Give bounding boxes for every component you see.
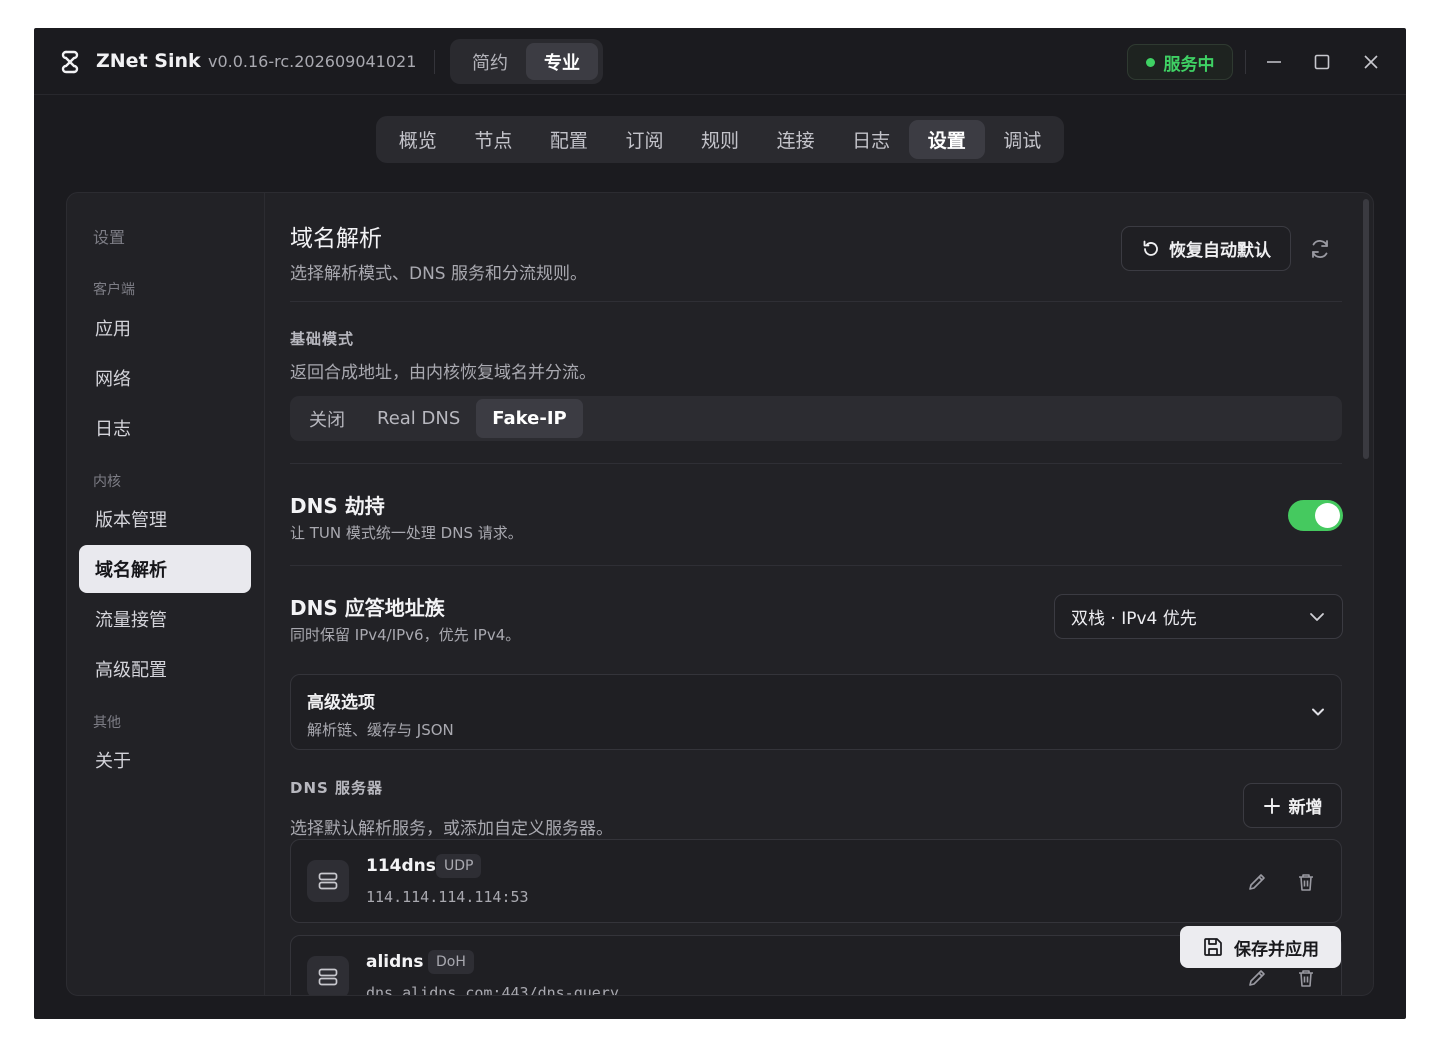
minimize-button[interactable] xyxy=(1261,49,1287,75)
app-name: ZNet Sink xyxy=(96,50,201,72)
dns-server-row[interactable]: 114dns UDP 114.114.114.114:53 xyxy=(290,839,1342,923)
server-protocol-badge: UDP xyxy=(436,854,482,878)
server-address: dns.alidns.com:443/dns-query xyxy=(366,984,619,996)
maximize-icon xyxy=(1314,54,1330,70)
save-apply-button[interactable]: 保存并应用 xyxy=(1180,926,1341,968)
server-icon xyxy=(307,956,349,995)
tab-config[interactable]: 配置 xyxy=(531,120,607,159)
dns-hijack-title: DNS 劫持 xyxy=(290,494,385,518)
sidebar-title: 设置 xyxy=(93,228,126,247)
tab-connections[interactable]: 连接 xyxy=(758,120,834,159)
dns-family-select[interactable]: 双栈 · IPv4 优先 xyxy=(1054,594,1343,639)
sidebar-item-dns[interactable]: 域名解析 xyxy=(79,545,251,593)
basic-mode-realdns[interactable]: Real DNS xyxy=(361,399,476,438)
save-apply-label: 保存并应用 xyxy=(1234,939,1319,960)
basic-mode-desc: 返回合成地址，由内核恢复域名并分流。 xyxy=(290,363,596,383)
pencil-icon[interactable] xyxy=(1246,967,1268,989)
dns-family-desc: 同时保留 IPv4/IPv6，优先 IPv4。 xyxy=(290,626,521,644)
service-status-text: 服务中 xyxy=(1163,54,1215,75)
app-window: ZNet Sink v0.0.16-rc.202609041021 简约 专业 … xyxy=(34,28,1406,1019)
refresh-icon[interactable] xyxy=(1308,237,1332,261)
dns-family-title: DNS 应答地址族 xyxy=(290,596,445,620)
dns-servers-label: DNS 服务器 xyxy=(290,779,384,797)
mode-simple[interactable]: 简约 xyxy=(454,43,526,80)
sidebar-item-version[interactable]: 版本管理 xyxy=(79,495,251,543)
sidebar-group-other: 其他 xyxy=(93,715,121,731)
content-scrollbar[interactable] xyxy=(1363,199,1369,459)
pencil-icon[interactable] xyxy=(1246,871,1268,893)
tab-nodes[interactable]: 节点 xyxy=(456,120,532,159)
tab-logs[interactable]: 日志 xyxy=(833,120,909,159)
settings-sidebar: 设置 客户端 应用 网络 日志 内核 版本管理 域名解析 流量接管 高级配置 其… xyxy=(67,193,265,995)
sidebar-item-app[interactable]: 应用 xyxy=(79,304,251,352)
title-bar: ZNet Sink v0.0.16-rc.202609041021 简约 专业 … xyxy=(34,28,1406,95)
divider xyxy=(290,565,1342,566)
main-nav: 概览 节点 配置 订阅 规则 连接 日志 设置 调试 xyxy=(376,116,1064,163)
tab-debug[interactable]: 调试 xyxy=(985,120,1061,159)
add-server-button[interactable]: 新增 xyxy=(1243,783,1342,828)
divider xyxy=(290,301,1342,302)
title-divider-2 xyxy=(1245,50,1246,74)
minimize-icon xyxy=(1267,61,1281,63)
save-icon xyxy=(1204,938,1222,956)
plus-icon xyxy=(1263,797,1280,814)
basic-mode-off[interactable]: 关闭 xyxy=(293,399,361,438)
server-address: 114.114.114.114:53 xyxy=(366,888,529,906)
mode-pro[interactable]: 专业 xyxy=(526,43,598,80)
server-icon xyxy=(307,860,349,902)
sidebar-item-logs[interactable]: 日志 xyxy=(79,404,251,452)
trash-icon[interactable] xyxy=(1295,871,1317,893)
sidebar-group-core: 内核 xyxy=(93,474,121,490)
service-status-badge[interactable]: 服务中 xyxy=(1127,44,1233,80)
advanced-options-title: 高级选项 xyxy=(307,693,375,713)
dns-family-selected: 双栈 · IPv4 优先 xyxy=(1071,609,1197,629)
sidebar-group-client: 客户端 xyxy=(93,282,135,298)
status-dot-icon xyxy=(1145,57,1155,67)
dns-hijack-toggle[interactable] xyxy=(1288,500,1343,531)
close-icon xyxy=(1364,55,1378,69)
tab-subscriptions[interactable]: 订阅 xyxy=(607,120,683,159)
tab-settings[interactable]: 设置 xyxy=(908,120,985,159)
sidebar-item-advanced[interactable]: 高级配置 xyxy=(79,645,251,693)
basic-mode-segmented: 关闭 Real DNS Fake-IP xyxy=(290,396,1342,441)
app-version: v0.0.16-rc.202609041021 xyxy=(208,52,417,71)
tab-rules[interactable]: 规则 xyxy=(682,120,758,159)
tab-overview[interactable]: 概览 xyxy=(380,120,456,159)
server-protocol-badge: DoH xyxy=(428,950,474,974)
sidebar-item-network[interactable]: 网络 xyxy=(79,354,251,402)
close-button[interactable] xyxy=(1358,49,1384,75)
server-name: alidns xyxy=(366,952,424,972)
sidebar-item-about[interactable]: 关于 xyxy=(79,736,251,784)
divider xyxy=(290,463,1342,464)
reset-defaults-button[interactable]: 恢复自动默认 xyxy=(1121,226,1291,271)
basic-mode-fakeip[interactable]: Fake-IP xyxy=(476,399,583,438)
chevron-down-icon xyxy=(1310,612,1324,621)
advanced-options-collapsible[interactable]: 高级选项 解析链、缓存与 JSON xyxy=(290,674,1342,750)
undo-icon xyxy=(1143,240,1158,256)
toggle-knob xyxy=(1315,503,1340,528)
maximize-button[interactable] xyxy=(1309,49,1335,75)
chevron-down-icon xyxy=(1312,708,1324,716)
trash-icon[interactable] xyxy=(1295,967,1317,989)
add-server-label: 新增 xyxy=(1288,798,1323,818)
dns-servers-desc: 选择默认解析服务，或添加自定义服务器。 xyxy=(290,819,613,839)
advanced-options-desc: 解析链、缓存与 JSON xyxy=(307,721,454,739)
sidebar-item-traffic[interactable]: 流量接管 xyxy=(79,595,251,643)
page-subtitle: 选择解析模式、DNS 服务和分流规则。 xyxy=(290,264,588,284)
server-name: 114dns xyxy=(366,856,436,876)
mode-switch: 简约 专业 xyxy=(450,39,603,84)
app-logo-icon xyxy=(61,50,79,74)
dns-settings-content: 域名解析 选择解析模式、DNS 服务和分流规则。 恢复自动默认 基础模式 返回合… xyxy=(266,193,1373,996)
page-title: 域名解析 xyxy=(290,226,382,252)
basic-mode-label: 基础模式 xyxy=(290,330,355,348)
reset-defaults-label: 恢复自动默认 xyxy=(1169,241,1271,261)
dns-hijack-desc: 让 TUN 模式统一处理 DNS 请求。 xyxy=(290,524,523,542)
settings-panel: 设置 客户端 应用 网络 日志 内核 版本管理 域名解析 流量接管 高级配置 其… xyxy=(66,192,1374,996)
title-divider xyxy=(434,50,435,74)
